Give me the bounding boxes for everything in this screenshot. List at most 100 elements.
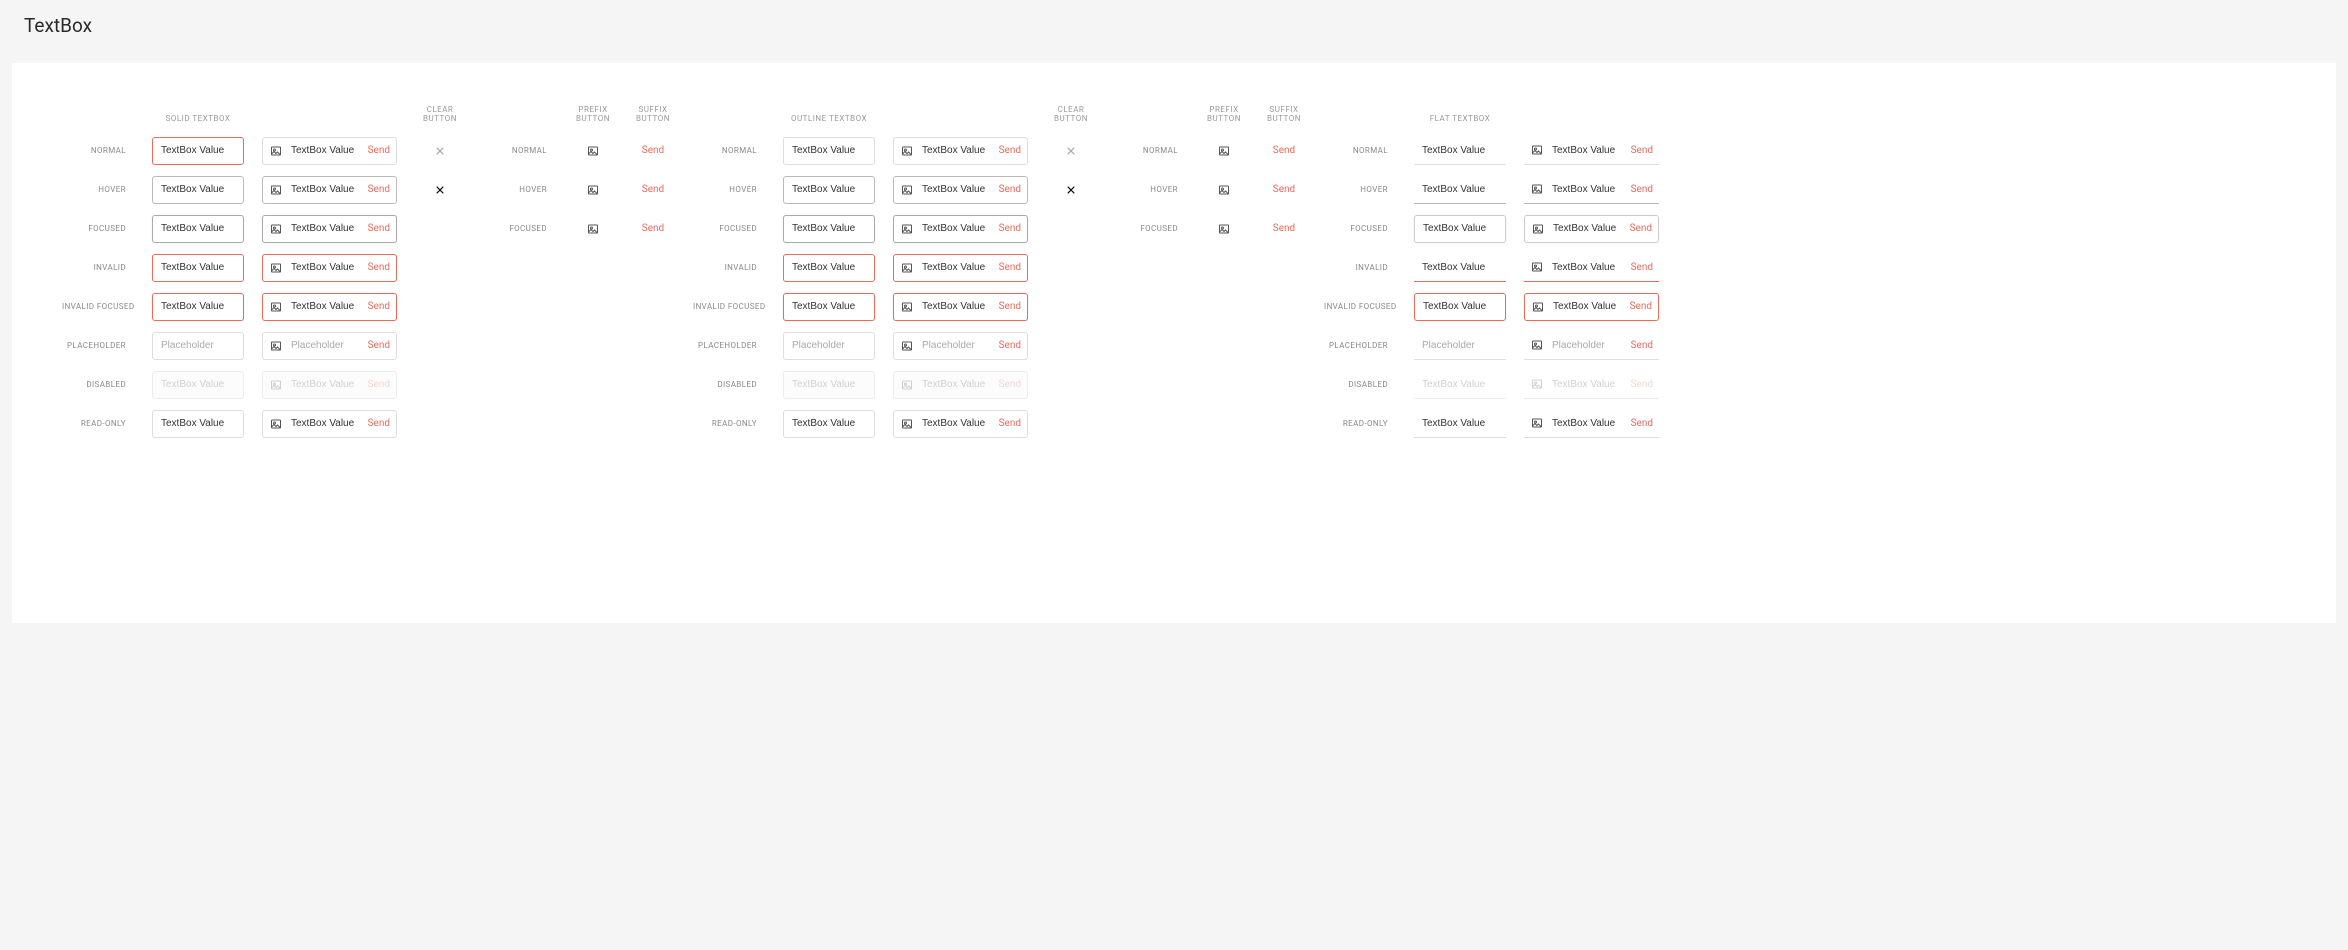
solid-textbox-affix-invalid-focused[interactable]: Send: [262, 293, 397, 321]
textbox-input[interactable]: [289, 145, 362, 156]
solid-textbox-invalid[interactable]: [152, 254, 244, 282]
textbox-input[interactable]: [289, 301, 362, 312]
image-icon[interactable]: [1217, 184, 1231, 196]
send-button[interactable]: Send: [1630, 223, 1652, 234]
solid-textbox-hover[interactable]: [152, 176, 244, 204]
send-button[interactable]: Send: [1631, 418, 1653, 429]
solid-textbox-affix-placeholder[interactable]: Send: [262, 332, 397, 360]
send-button[interactable]: Send: [368, 223, 390, 234]
outline-textbox-affix-invalid[interactable]: Send: [893, 254, 1028, 282]
textbox-input[interactable]: [289, 262, 362, 273]
send-button[interactable]: Send: [1273, 223, 1295, 234]
textbox-input[interactable]: [159, 184, 237, 195]
image-icon[interactable]: [586, 223, 600, 235]
textbox-input[interactable]: [159, 301, 237, 312]
solid-textbox-placeholder[interactable]: [152, 332, 244, 360]
send-button[interactable]: Send: [368, 262, 390, 273]
image-icon[interactable]: [586, 145, 600, 157]
outline-textbox-affix-normal[interactable]: Send: [893, 137, 1028, 165]
send-button[interactable]: Send: [642, 145, 664, 156]
send-button[interactable]: Send: [368, 184, 390, 195]
send-button[interactable]: Send: [1630, 301, 1652, 312]
textbox-input[interactable]: [159, 145, 237, 156]
outline-textbox-placeholder[interactable]: [783, 332, 875, 360]
textbox-input[interactable]: [1550, 145, 1625, 156]
clear-button-hover[interactable]: [432, 182, 448, 198]
send-button[interactable]: Send: [999, 340, 1021, 351]
send-button[interactable]: Send: [642, 223, 664, 234]
outline-textbox-affix-hover[interactable]: Send: [893, 176, 1028, 204]
send-button[interactable]: Send: [999, 301, 1021, 312]
flat-textbox-normal[interactable]: [1414, 137, 1506, 165]
textbox-input[interactable]: [1421, 301, 1499, 312]
textbox-input[interactable]: [790, 223, 868, 234]
send-button[interactable]: Send: [1631, 340, 1653, 351]
outline-textbox-affix-focused[interactable]: Send: [893, 215, 1028, 243]
send-button[interactable]: Send: [999, 145, 1021, 156]
textbox-input[interactable]: [289, 184, 362, 195]
textbox-input[interactable]: [1421, 223, 1499, 234]
image-icon[interactable]: [1217, 145, 1231, 157]
textbox-input[interactable]: [1420, 145, 1500, 156]
outline-textbox-readonly[interactable]: [783, 410, 875, 438]
textbox-input[interactable]: [790, 301, 868, 312]
solid-textbox-affix-readonly[interactable]: Send: [262, 410, 397, 438]
send-button[interactable]: Send: [368, 301, 390, 312]
flat-textbox-affix-placeholder[interactable]: Send: [1524, 332, 1659, 360]
flat-textbox-invalid-focused[interactable]: [1414, 293, 1506, 321]
outline-textbox-hover[interactable]: [783, 176, 875, 204]
textbox-input[interactable]: [790, 340, 868, 351]
image-icon[interactable]: [1217, 223, 1231, 235]
textbox-input[interactable]: [1550, 184, 1625, 195]
flat-textbox-placeholder[interactable]: [1414, 332, 1506, 360]
textbox-input[interactable]: [1550, 340, 1625, 351]
solid-textbox-affix-hover[interactable]: Send: [262, 176, 397, 204]
textbox-input[interactable]: [1420, 340, 1500, 351]
clear-button-normal[interactable]: [432, 143, 448, 159]
solid-textbox-affix-focused[interactable]: Send: [262, 215, 397, 243]
textbox-input[interactable]: [920, 145, 993, 156]
solid-textbox-readonly[interactable]: [152, 410, 244, 438]
textbox-input[interactable]: [920, 340, 993, 351]
send-button[interactable]: Send: [1631, 145, 1653, 156]
textbox-input[interactable]: [790, 262, 868, 273]
image-icon[interactable]: [586, 184, 600, 196]
flat-textbox-affix-focused[interactable]: Send: [1524, 215, 1659, 243]
send-button[interactable]: Send: [1273, 184, 1295, 195]
outline-textbox-invalid[interactable]: [783, 254, 875, 282]
textbox-input[interactable]: [1420, 184, 1500, 195]
flat-textbox-hover[interactable]: [1414, 176, 1506, 204]
flat-textbox-affix-hover[interactable]: Send: [1524, 176, 1659, 204]
textbox-input[interactable]: [289, 223, 362, 234]
textbox-input[interactable]: [790, 145, 868, 156]
send-button[interactable]: Send: [1273, 145, 1295, 156]
send-button[interactable]: Send: [368, 418, 390, 429]
outline-textbox-affix-invalid-focused[interactable]: Send: [893, 293, 1028, 321]
textbox-input[interactable]: [159, 418, 237, 429]
textbox-input[interactable]: [1551, 301, 1624, 312]
outline-textbox-affix-placeholder[interactable]: Send: [893, 332, 1028, 360]
textbox-input[interactable]: [1550, 418, 1625, 429]
send-button[interactable]: Send: [642, 184, 664, 195]
textbox-input[interactable]: [1420, 418, 1500, 429]
flat-textbox-readonly[interactable]: [1414, 410, 1506, 438]
textbox-input[interactable]: [159, 223, 237, 234]
textbox-input[interactable]: [289, 340, 362, 351]
outline-textbox-focused[interactable]: [783, 215, 875, 243]
flat-textbox-affix-readonly[interactable]: Send: [1524, 410, 1659, 438]
textbox-input[interactable]: [790, 184, 868, 195]
flat-textbox-affix-normal[interactable]: Send: [1524, 137, 1659, 165]
send-button[interactable]: Send: [1631, 184, 1653, 195]
flat-textbox-affix-invalid[interactable]: Send: [1524, 254, 1659, 282]
solid-textbox-affix-invalid[interactable]: Send: [262, 254, 397, 282]
solid-textbox-invalid-focused[interactable]: [152, 293, 244, 321]
send-button[interactable]: Send: [1631, 262, 1653, 273]
textbox-input[interactable]: [1550, 262, 1625, 273]
textbox-input[interactable]: [920, 418, 993, 429]
textbox-input[interactable]: [159, 262, 237, 273]
textbox-input[interactable]: [790, 418, 868, 429]
solid-textbox-focused[interactable]: [152, 215, 244, 243]
clear-button-hover[interactable]: [1063, 182, 1079, 198]
textbox-input[interactable]: [920, 184, 993, 195]
flat-textbox-invalid[interactable]: [1414, 254, 1506, 282]
